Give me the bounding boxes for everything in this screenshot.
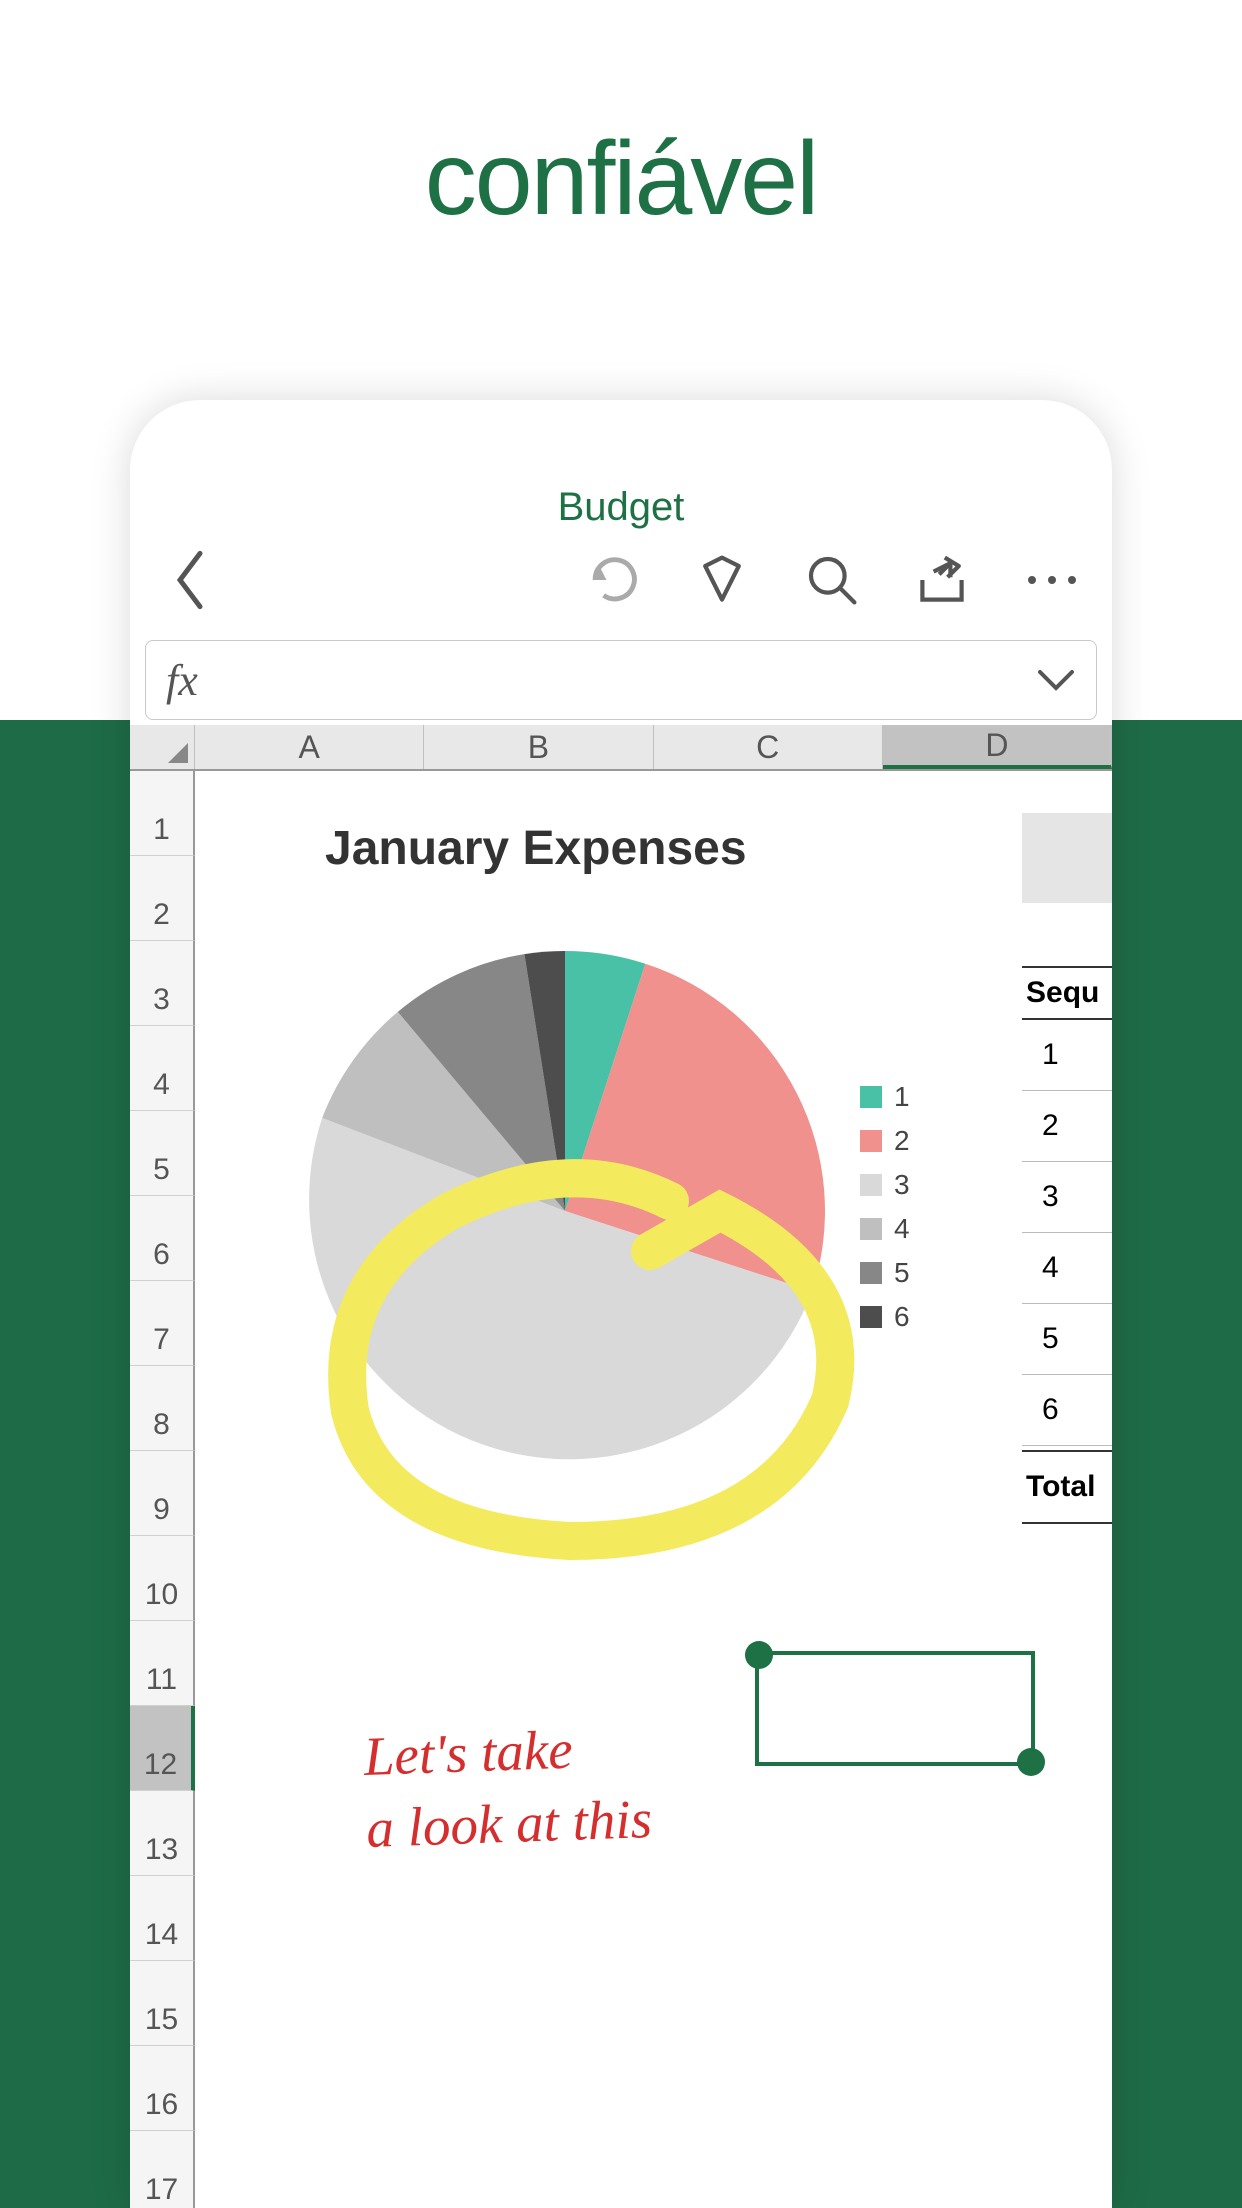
pie-chart-svg [305, 951, 825, 1471]
search-button[interactable] [802, 550, 862, 610]
chart-title: January Expenses [325, 821, 747, 876]
select-all-corner[interactable] [130, 725, 195, 769]
table-cell[interactable]: 1 [1022, 1020, 1112, 1091]
chart-legend: 1 2 3 4 5 6 [860, 1081, 910, 1345]
row-header[interactable]: 11 [130, 1621, 195, 1706]
row-header[interactable]: 7 [130, 1281, 195, 1366]
row-header[interactable]: 6 [130, 1196, 195, 1281]
row-header[interactable]: 3 [130, 941, 195, 1026]
row-header[interactable]: 2 [130, 856, 195, 941]
spreadsheet-body: 1 2 3 4 5 6 7 8 9 10 11 12 13 14 15 16 1… [130, 771, 1112, 2208]
pen-icon [694, 552, 750, 608]
cell-fill [1022, 813, 1112, 903]
fx-label: fx [166, 655, 198, 706]
row-header[interactable]: 8 [130, 1366, 195, 1451]
back-button[interactable] [160, 550, 220, 610]
table-header: Sequ [1022, 966, 1112, 1020]
undo-button[interactable] [582, 550, 642, 610]
undo-icon [584, 552, 640, 608]
row-header[interactable]: 10 [130, 1536, 195, 1621]
column-header-b[interactable]: B [424, 725, 653, 769]
phone-mockup: Budget fx [130, 400, 1112, 2208]
legend-label: 6 [894, 1301, 910, 1333]
share-icon [914, 552, 970, 608]
row-header[interactable]: 16 [130, 2046, 195, 2131]
row-header[interactable]: 5 [130, 1111, 195, 1196]
legend-item: 1 [860, 1081, 910, 1113]
table-cell[interactable]: 5 [1022, 1304, 1112, 1375]
legend-label: 3 [894, 1169, 910, 1201]
table-cell[interactable]: 6 [1022, 1375, 1112, 1446]
sheet-canvas[interactable]: January Expenses 1 2 3 4 [195, 771, 1112, 2208]
legend-item: 4 [860, 1213, 910, 1245]
pie-chart[interactable] [305, 951, 825, 1471]
more-icon [1024, 570, 1080, 590]
legend-item: 5 [860, 1257, 910, 1289]
legend-label: 4 [894, 1213, 910, 1245]
column-header-c[interactable]: C [654, 725, 883, 769]
more-button[interactable] [1022, 550, 1082, 610]
marketing-headline: confiável [0, 0, 1242, 239]
row-header[interactable]: 17 [130, 2131, 195, 2208]
row-header[interactable]: 13 [130, 1791, 195, 1876]
legend-swatch [860, 1086, 882, 1108]
legend-item: 6 [860, 1301, 910, 1333]
row-header[interactable]: 15 [130, 1961, 195, 2046]
selection-handle[interactable] [745, 1641, 773, 1669]
table-total-label: Total [1022, 1450, 1112, 1524]
table-cell[interactable]: 4 [1022, 1233, 1112, 1304]
column-header-d[interactable]: D [883, 725, 1112, 769]
legend-label: 2 [894, 1125, 910, 1157]
chevron-left-icon [172, 550, 208, 610]
legend-label: 1 [894, 1081, 910, 1113]
row-header[interactable]: 12 [130, 1706, 195, 1791]
share-button[interactable] [912, 550, 972, 610]
row-header[interactable]: 14 [130, 1876, 195, 1961]
row-headers: 1 2 3 4 5 6 7 8 9 10 11 12 13 14 15 16 1… [130, 771, 195, 2208]
legend-swatch [860, 1130, 882, 1152]
legend-item: 2 [860, 1125, 910, 1157]
selection-handle[interactable] [1017, 1748, 1045, 1776]
draw-button[interactable] [692, 550, 752, 610]
data-table: Sequ 1 2 3 4 5 6 Total [1022, 966, 1112, 1524]
row-header[interactable]: 9 [130, 1451, 195, 1536]
chevron-down-icon[interactable] [1036, 660, 1076, 700]
app-toolbar [130, 530, 1112, 640]
legend-swatch [860, 1218, 882, 1240]
table-cell[interactable]: 3 [1022, 1162, 1112, 1233]
legend-label: 5 [894, 1257, 910, 1289]
column-header-a[interactable]: A [195, 725, 424, 769]
column-headers: A B C D [130, 725, 1112, 771]
legend-swatch [860, 1262, 882, 1284]
row-header[interactable]: 1 [130, 771, 195, 856]
ink-annotation-text: Let's take a look at this [363, 1711, 654, 1864]
table-cell[interactable]: 2 [1022, 1091, 1112, 1162]
legend-item: 3 [860, 1169, 910, 1201]
search-icon [804, 552, 860, 608]
document-title: Budget [130, 400, 1112, 530]
cell-selection[interactable] [755, 1651, 1035, 1766]
row-header[interactable]: 4 [130, 1026, 195, 1111]
legend-swatch [860, 1174, 882, 1196]
formula-bar[interactable]: fx [145, 640, 1097, 720]
legend-swatch [860, 1306, 882, 1328]
